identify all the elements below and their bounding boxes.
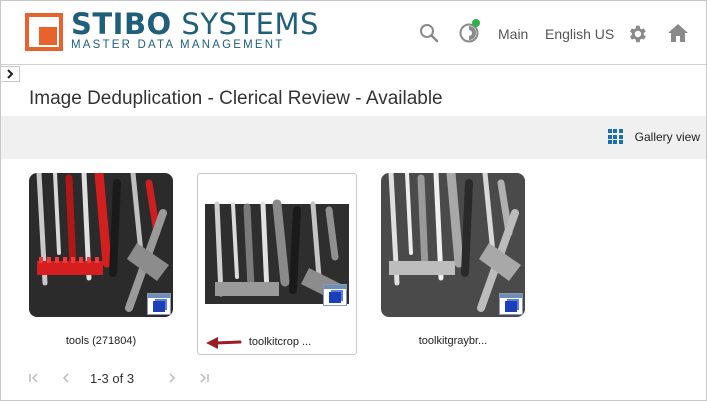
logo-mark xyxy=(25,13,63,51)
image-type-icon xyxy=(323,284,347,306)
image-caption: toolkitgraybr... xyxy=(418,335,488,347)
image-type-icon xyxy=(499,293,523,315)
logo-wordmark: STIBO SYSTEMS xyxy=(71,7,319,41)
prev-page-icon[interactable] xyxy=(61,372,71,384)
status-icon[interactable] xyxy=(459,19,480,43)
search-icon[interactable] xyxy=(419,23,439,43)
last-page-icon[interactable] xyxy=(198,372,210,384)
next-page-icon[interactable] xyxy=(167,372,177,384)
page-range: 1-3 of 3 xyxy=(90,371,135,386)
gear-icon[interactable] xyxy=(626,23,646,43)
logo-tagline: MASTER DATA MANAGEMENT xyxy=(71,39,285,51)
workspace-selector[interactable]: Main xyxy=(498,26,528,42)
toolbar: Gallery view xyxy=(1,116,706,159)
gallery-view-button[interactable]: Gallery view xyxy=(607,129,700,144)
header-bar: STIBO SYSTEMS MASTER DATA MANAGEMENT Mai… xyxy=(1,1,706,65)
image-caption: tools (271804) xyxy=(65,335,137,347)
language-selector[interactable]: English US xyxy=(545,26,614,42)
sidebar-toggle-button[interactable] xyxy=(1,66,20,82)
gallery-view-label: Gallery view xyxy=(634,129,700,144)
gallery-item[interactable]: tools (271804) xyxy=(29,173,189,355)
gallery-item[interactable]: toolkitgraybr... xyxy=(381,173,541,355)
chevron-right-icon xyxy=(7,69,14,79)
status-online-dot xyxy=(472,19,480,27)
image-thumbnail[interactable] xyxy=(205,182,349,326)
image-thumbnail[interactable] xyxy=(29,173,173,317)
image-thumbnail[interactable] xyxy=(381,173,525,317)
red-arrow-icon xyxy=(206,337,242,349)
first-page-icon[interactable] xyxy=(28,372,40,384)
grid-icon xyxy=(607,129,623,144)
image-type-icon xyxy=(147,293,171,315)
gallery-item-selected[interactable]: toolkitcrop ... xyxy=(197,173,357,355)
stibo-logo[interactable]: STIBO SYSTEMS MASTER DATA MANAGEMENT xyxy=(25,7,318,53)
page-title: Image Deduplication - Clerical Review - … xyxy=(29,88,443,109)
home-icon[interactable] xyxy=(667,23,688,43)
